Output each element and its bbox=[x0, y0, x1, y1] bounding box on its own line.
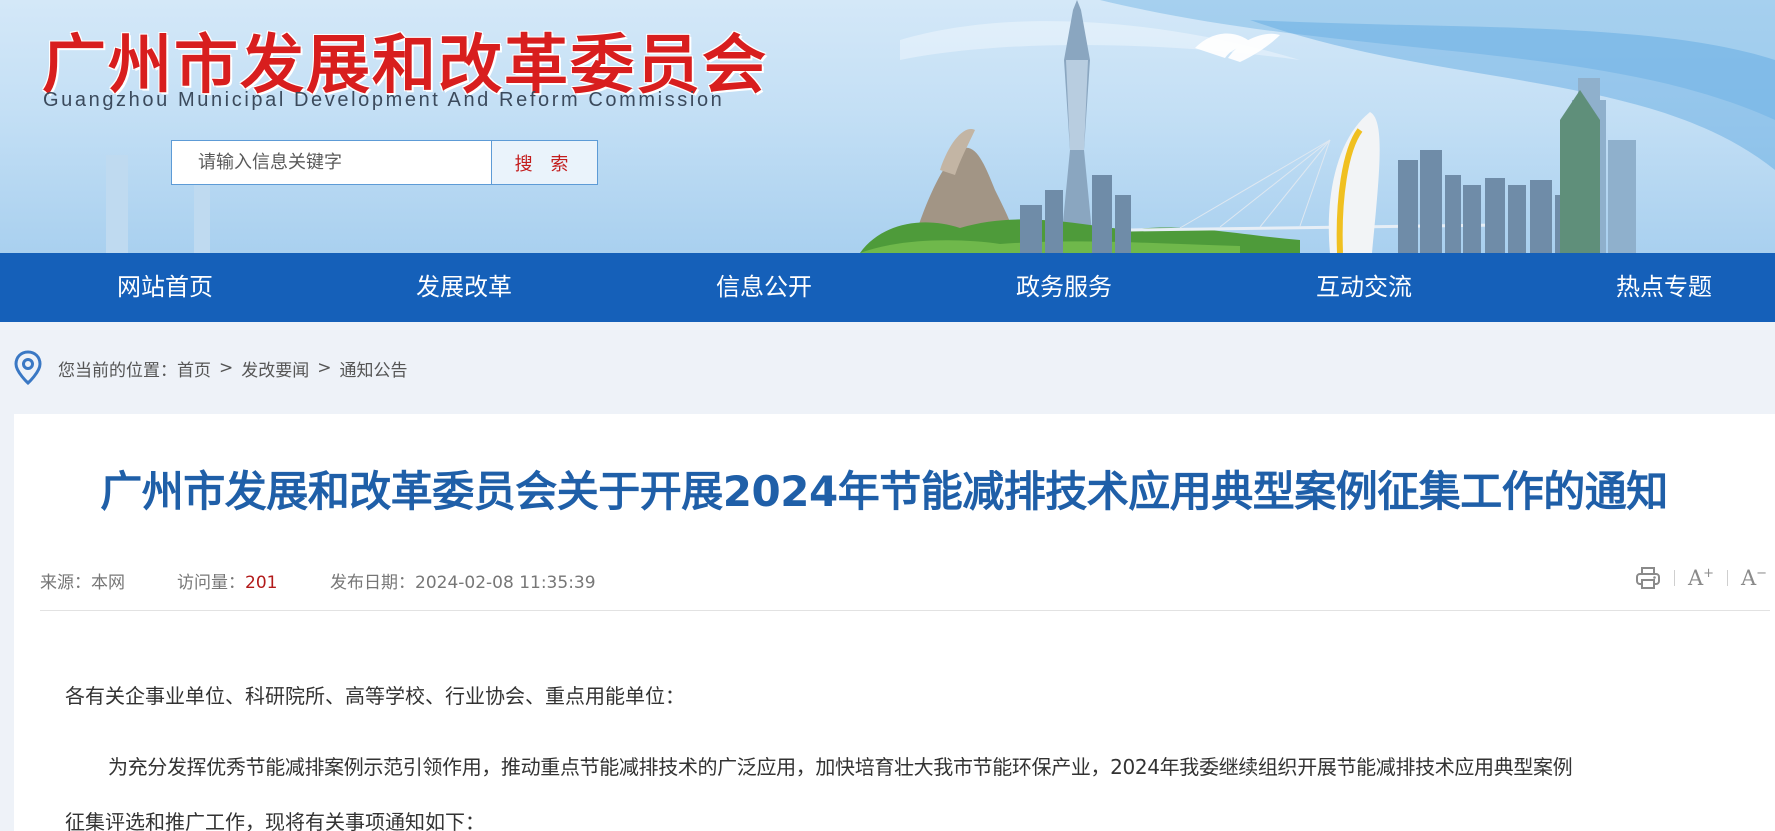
search-box: 搜 索 bbox=[171, 140, 598, 185]
print-button[interactable] bbox=[1632, 562, 1664, 594]
article: 广州市发展和改革委员会关于开展2024年节能减排技术应用典型案例征集工作的通知 … bbox=[14, 414, 1775, 831]
main-nav: 网站首页 发展改革 信息公开 政务服务 互动交流 热点专题 bbox=[0, 253, 1775, 322]
font-increase-letter: A bbox=[1687, 566, 1704, 590]
meta-date-label: 发布日期： bbox=[330, 573, 415, 593]
tool-divider bbox=[1727, 570, 1728, 586]
meta-date-value: 2024-02-08 11:35:39 bbox=[415, 573, 596, 593]
meta-views: 访问量：201 bbox=[177, 568, 277, 593]
font-decrease-button[interactable]: A− bbox=[1738, 562, 1770, 594]
breadcrumb-home[interactable]: 首页 bbox=[177, 356, 211, 381]
article-meta: 来源：本网 访问量：201 发布日期：2024-02-08 11:35:39 A… bbox=[40, 566, 1770, 614]
meta-source-value: 本网 bbox=[91, 573, 125, 593]
printer-icon bbox=[1636, 567, 1660, 589]
meta-views-value: 201 bbox=[245, 573, 278, 593]
font-decrease-icon: A− bbox=[1740, 566, 1768, 590]
font-increase-icon: A+ bbox=[1687, 566, 1715, 590]
article-salutation: 各有关企事业单位、科研院所、高等学校、行业协会、重点用能单位： bbox=[65, 684, 685, 708]
search-button[interactable]: 搜 索 bbox=[491, 141, 597, 184]
breadcrumb-separator: > bbox=[219, 358, 234, 378]
nav-item-government-services[interactable]: 政务服务 bbox=[1016, 253, 1112, 322]
breadcrumb: 您当前的位置： 首页 > 发改要闻 > 通知公告 bbox=[0, 322, 1775, 414]
tool-divider bbox=[1674, 570, 1675, 586]
breadcrumb-separator: > bbox=[317, 358, 332, 378]
breadcrumb-news[interactable]: 发改要闻 bbox=[241, 356, 309, 381]
breadcrumb-notices[interactable]: 通知公告 bbox=[340, 356, 408, 381]
header-banner: 广州市发展和改革委员会 Guangzhou Municipal Developm… bbox=[0, 0, 1775, 253]
meta-source: 来源：本网 bbox=[40, 568, 125, 593]
article-paragraph-line: 征集评选和推广工作，现将有关事项通知如下： bbox=[65, 810, 485, 831]
meta-date: 发布日期：2024-02-08 11:35:39 bbox=[330, 568, 596, 593]
font-decrease-letter: A bbox=[1740, 566, 1757, 590]
nav-item-interaction[interactable]: 互动交流 bbox=[1316, 253, 1412, 322]
article-tools: A+ A− bbox=[1632, 562, 1770, 594]
nav-item-home[interactable]: 网站首页 bbox=[117, 253, 213, 322]
article-paragraph-line: 为充分发挥优秀节能减排案例示范引领作用，推动重点节能减排技术的广泛应用，加快培育… bbox=[108, 755, 1573, 779]
article-title: 广州市发展和改革委员会关于开展2024年节能减排技术应用典型案例征集工作的通知 bbox=[100, 467, 1668, 516]
nav-item-information-disclosure[interactable]: 信息公开 bbox=[716, 253, 812, 322]
nav-item-hot-topics[interactable]: 热点专题 bbox=[1616, 253, 1712, 322]
meta-source-label: 来源： bbox=[40, 573, 91, 593]
site-subtitle: Guangzhou Municipal Development And Refo… bbox=[43, 89, 725, 111]
breadcrumb-prefix: 您当前的位置： bbox=[58, 360, 177, 381]
font-increase-button[interactable]: A+ bbox=[1685, 562, 1717, 594]
meta-views-label: 访问量： bbox=[177, 573, 245, 593]
nav-item-development-reform[interactable]: 发展改革 bbox=[416, 253, 512, 322]
location-pin-icon bbox=[14, 350, 42, 386]
meta-divider bbox=[40, 610, 1770, 611]
search-input[interactable] bbox=[172, 141, 491, 184]
